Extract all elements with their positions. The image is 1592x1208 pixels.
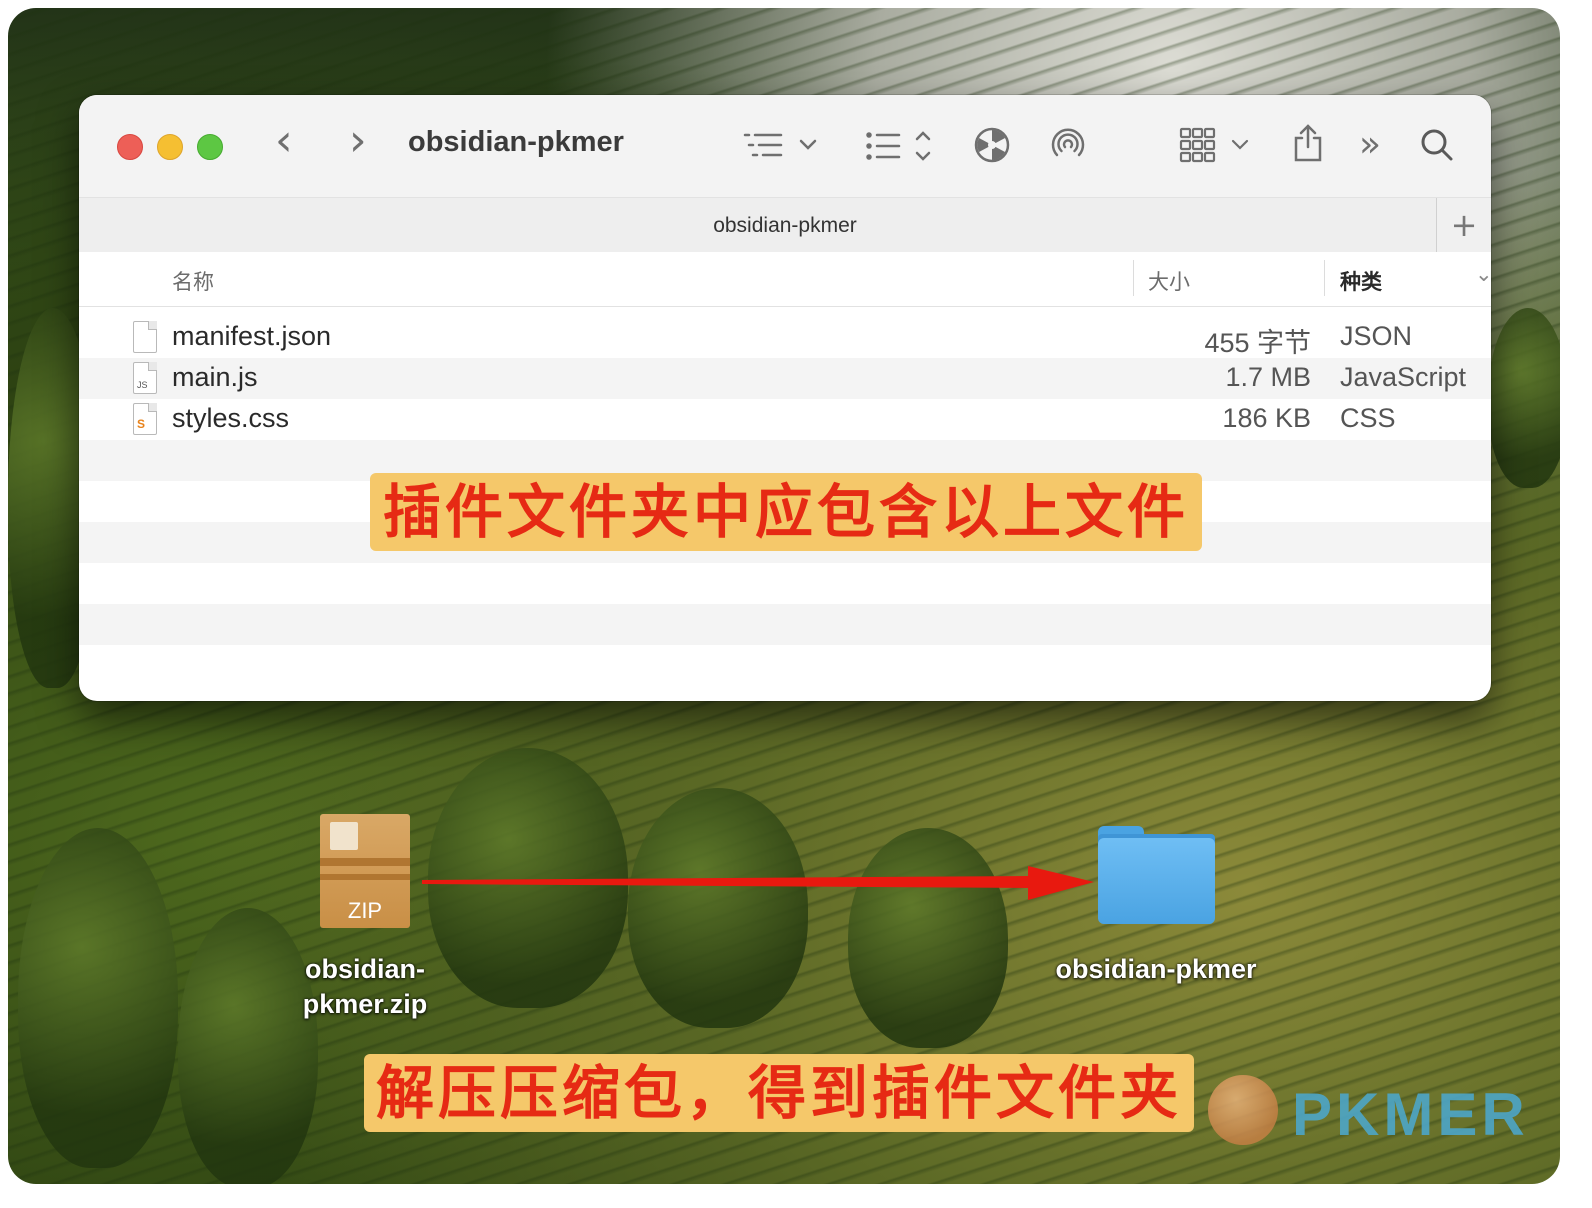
airdrop-icon	[1051, 128, 1085, 157]
table-row[interactable]: manifest.json 455 字节 JSON	[79, 317, 1491, 358]
tree	[18, 828, 178, 1168]
airdrop-button[interactable]	[1049, 125, 1087, 163]
gallery-view-button[interactable]	[1179, 127, 1249, 163]
close-button[interactable]	[117, 134, 143, 160]
table-row[interactable]: S styles.css 186 KB CSS	[79, 399, 1491, 440]
back-button[interactable]: ‹	[275, 119, 293, 163]
js-file-icon: JS	[133, 362, 157, 394]
file-name: manifest.json	[172, 321, 332, 351]
empty-row	[79, 645, 1491, 686]
view-options-button[interactable]	[741, 129, 821, 163]
forward-button[interactable]: ›	[349, 119, 367, 163]
tab-title[interactable]: obsidian-pkmer	[79, 214, 1491, 238]
folder-body	[1098, 838, 1215, 924]
column-header: 名称 大小 种类 ⌄	[79, 252, 1491, 307]
tree	[1488, 308, 1560, 488]
list-view-icon	[743, 133, 817, 157]
group-button[interactable]	[865, 127, 937, 165]
file-size: 1.7 MB	[1225, 362, 1311, 392]
column-divider[interactable]	[1133, 260, 1134, 296]
zoom-button[interactable]	[197, 134, 223, 160]
zip-file-icon[interactable]: ZIP	[320, 814, 410, 928]
file-size: 186 KB	[1222, 403, 1311, 433]
share-button[interactable]	[1291, 123, 1325, 163]
column-kind[interactable]: 种类	[1340, 266, 1382, 296]
zip-badge: ZIP	[347, 898, 383, 923]
file-kind: JSON	[1340, 321, 1413, 351]
column-name[interactable]: 名称	[172, 266, 214, 296]
arrow-icon	[422, 866, 1094, 900]
window-title: obsidian-pkmer	[408, 126, 624, 158]
file-kind: JavaScript	[1340, 362, 1467, 392]
burn-icon	[974, 127, 1010, 163]
table-row[interactable]: JS main.js 1.7 MB JavaScript	[79, 358, 1491, 399]
icon-grid-icon	[1179, 127, 1249, 163]
zip-label-line: pkmer.zip	[302, 989, 428, 1019]
file-size: 455 字节	[1204, 328, 1311, 358]
sort-list-icon	[866, 131, 931, 161]
folder-label[interactable]: obsidian-pkmer	[1030, 952, 1282, 987]
file-name: main.js	[172, 362, 258, 392]
toolbar: ‹ › obsidian-pkmer »	[79, 95, 1491, 197]
search-button[interactable]	[1419, 127, 1455, 163]
file-kind: CSS	[1340, 403, 1396, 433]
json-file-icon	[133, 321, 157, 353]
tree	[178, 908, 318, 1184]
folder-icon[interactable]	[1098, 826, 1215, 924]
band	[320, 858, 410, 866]
annotation-banner-bottom: 解压压缩包，得到插件文件夹	[364, 1054, 1194, 1132]
share-icon	[1294, 124, 1322, 162]
annotation-banner-top: 插件文件夹中应包含以上文件	[370, 473, 1202, 551]
zip-file-label[interactable]: obsidian- pkmer.zip	[270, 952, 460, 1022]
file-name: styles.css	[172, 403, 290, 433]
css-file-icon: S	[133, 403, 157, 435]
pkmer-logo-icon	[1208, 1075, 1278, 1145]
more-button[interactable]: »	[1359, 127, 1381, 163]
pkmer-watermark: PKMER	[1292, 1081, 1529, 1148]
column-size[interactable]: 大小	[1148, 266, 1190, 296]
empty-row	[79, 563, 1491, 604]
band	[320, 874, 410, 880]
burn-button[interactable]	[974, 127, 1010, 163]
add-tab-button[interactable]: +	[1436, 198, 1491, 252]
tab-bar: obsidian-pkmer +	[79, 197, 1491, 253]
finder-window: ‹ › obsidian-pkmer » obsidian-pkmer + 名称…	[79, 95, 1491, 701]
search-icon	[1421, 129, 1453, 161]
minimize-button[interactable]	[157, 134, 183, 160]
zip-label-line: obsidian-	[305, 954, 425, 984]
label-icon	[330, 822, 358, 850]
column-divider[interactable]	[1324, 260, 1325, 296]
chevron-down-icon[interactable]: ⌄	[1475, 262, 1491, 287]
empty-row	[79, 604, 1491, 645]
